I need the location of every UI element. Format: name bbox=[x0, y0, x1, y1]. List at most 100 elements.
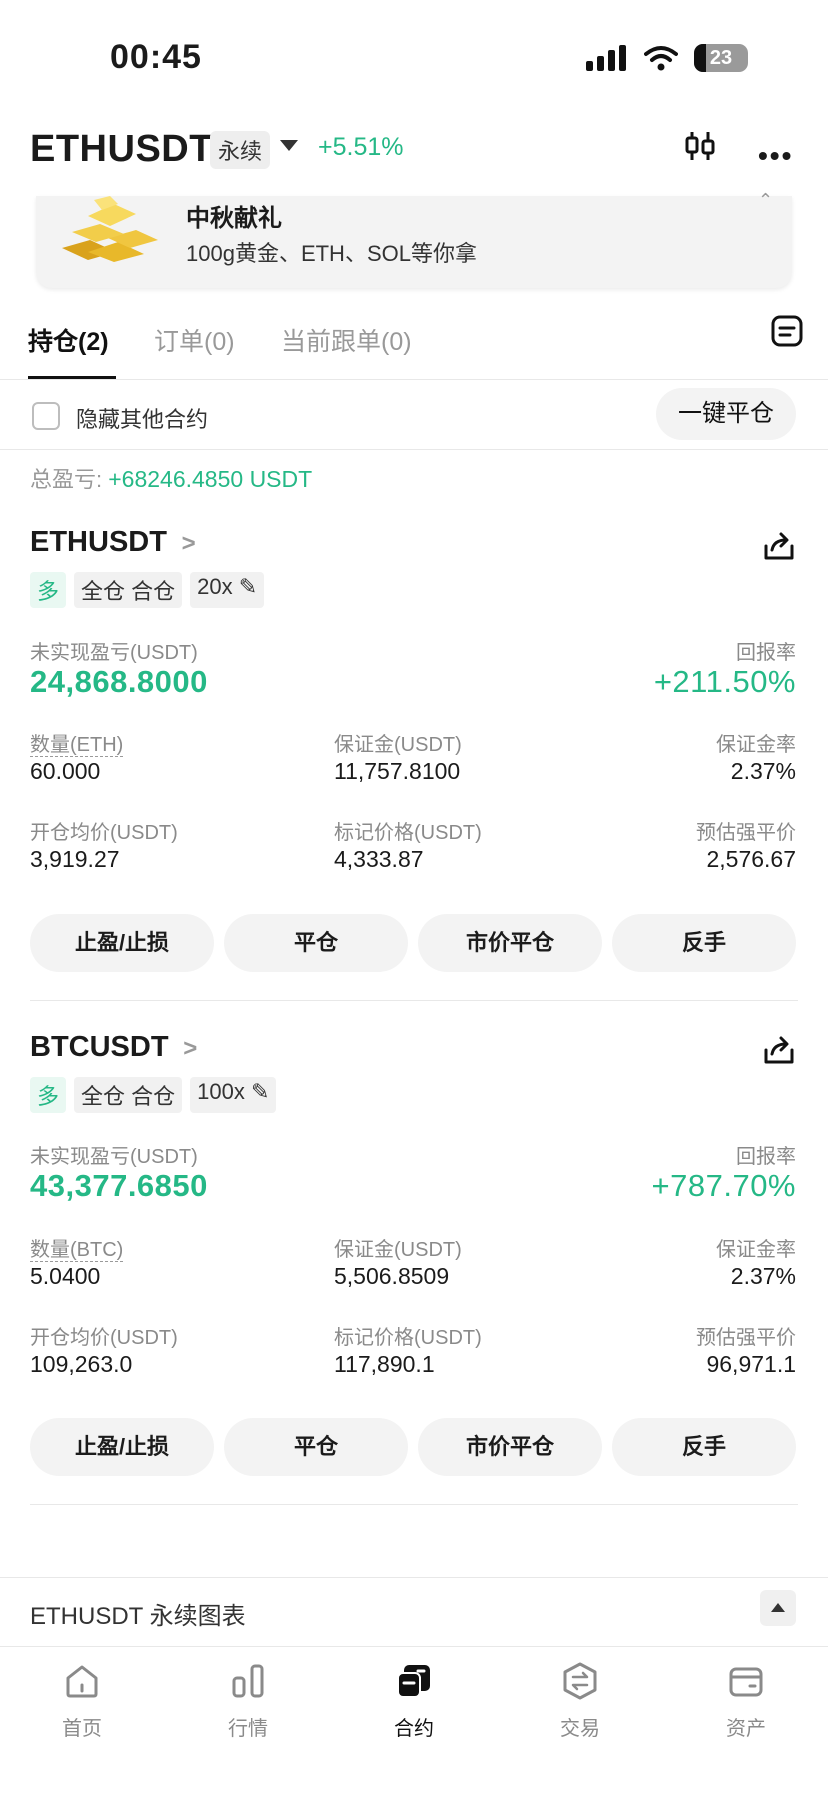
quantity-label: 数量(ETH) bbox=[30, 734, 124, 757]
roe-label: 回报率 bbox=[736, 1146, 796, 1168]
leverage-value: 100x bbox=[197, 1079, 245, 1104]
signal-icon bbox=[586, 45, 626, 71]
roe-value: +211.50% bbox=[653, 664, 796, 699]
edit-icon: ✎ bbox=[238, 574, 258, 599]
nav-trade[interactable]: 交易 bbox=[520, 1661, 640, 1741]
perpetual-tag: 永续 bbox=[210, 131, 271, 169]
chart-expand-icon[interactable] bbox=[760, 1590, 796, 1626]
roe-value: +787.70% bbox=[651, 1168, 796, 1203]
unrealized-pnl-label: 未实现盈亏(USDT) bbox=[30, 642, 198, 664]
unrealized-pnl-label: 未实现盈亏(USDT) bbox=[30, 1146, 198, 1168]
nav-market[interactable]: 行情 bbox=[188, 1661, 308, 1741]
leverage-value: 20x bbox=[197, 574, 233, 599]
margin-value: 11,757.8100 bbox=[334, 758, 461, 784]
position-tags: 多 全仓 合仓 100x ✎ bbox=[30, 1077, 277, 1113]
tab-copy-trading[interactable]: 当前跟单(0) bbox=[281, 322, 412, 358]
liquidation-price-label: 预估强平价 bbox=[696, 822, 796, 844]
entry-price-label: 开仓均价(USDT) bbox=[30, 1327, 178, 1349]
market-close-button[interactable]: 市价平仓 bbox=[418, 1418, 602, 1476]
nav-assets-label: 资产 bbox=[726, 1718, 766, 1740]
side-badge: 多 bbox=[30, 1077, 67, 1113]
share-icon[interactable] bbox=[762, 1034, 796, 1066]
hide-other-contracts-label[interactable]: 隐藏其他合约 bbox=[76, 402, 208, 434]
nav-market-label: 行情 bbox=[228, 1718, 268, 1740]
mark-price-value: 117,890.1 bbox=[334, 1351, 435, 1377]
leverage-badge[interactable]: 100x ✎ bbox=[190, 1077, 277, 1113]
tab-orders[interactable]: 订单(0) bbox=[154, 322, 235, 358]
bottom-nav: 首页 行情 合约 交易 资产 bbox=[0, 1646, 828, 1801]
mark-price-value: 4,333.87 bbox=[334, 846, 424, 872]
document-icon[interactable] bbox=[770, 314, 804, 348]
more-icon[interactable]: ••• bbox=[758, 140, 793, 172]
liquidation-price-label: 预估强平价 bbox=[696, 1327, 796, 1349]
divider bbox=[0, 1577, 828, 1578]
status-icons: 23 bbox=[586, 44, 748, 72]
nav-futures-label: 合约 bbox=[394, 1718, 434, 1740]
nav-home-label: 首页 bbox=[62, 1718, 102, 1740]
close-position-button[interactable]: 平仓 bbox=[224, 914, 408, 972]
mark-price-label: 标记价格(USDT) bbox=[334, 822, 482, 844]
entry-price-label: 开仓均价(USDT) bbox=[30, 822, 178, 844]
margin-label: 保证金(USDT) bbox=[334, 1239, 462, 1261]
status-time: 00:45 bbox=[110, 38, 202, 76]
total-pnl-label: 总盈亏: bbox=[30, 467, 109, 492]
chevron-right-icon: > bbox=[175, 530, 196, 557]
margin-ratio-value: 2.37% bbox=[730, 1263, 796, 1289]
mark-price-label: 标记价格(USDT) bbox=[334, 1327, 482, 1349]
reverse-button[interactable]: 反手 bbox=[612, 914, 796, 972]
entry-price-value: 3,919.27 bbox=[30, 846, 120, 872]
liquidation-price-value: 2,576.67 bbox=[706, 846, 796, 872]
price-change: +5.51% bbox=[318, 133, 404, 161]
position-symbol[interactable]: ETHUSDT > bbox=[30, 526, 196, 559]
chevron-right-icon: > bbox=[176, 1035, 198, 1062]
trade-icon bbox=[563, 1662, 597, 1700]
gold-bars-icon bbox=[62, 196, 158, 262]
market-icon bbox=[232, 1664, 264, 1698]
unrealized-pnl-value: 24,868.8000 bbox=[30, 664, 208, 699]
header-symbol[interactable]: ETHUSDT bbox=[30, 128, 213, 171]
edit-icon: ✎ bbox=[250, 1079, 270, 1104]
futures-icon bbox=[397, 1665, 430, 1698]
market-close-button[interactable]: 市价平仓 bbox=[418, 914, 602, 972]
close-all-button[interactable]: 一键平仓 bbox=[656, 388, 796, 440]
banner-collapse-icon[interactable]: ⌃ bbox=[758, 190, 773, 211]
position-symbol-label: ETHUSDT bbox=[30, 526, 167, 558]
nav-trade-label: 交易 bbox=[560, 1718, 600, 1740]
margin-ratio-value: 2.37% bbox=[730, 758, 796, 784]
wallet-icon bbox=[729, 1667, 763, 1697]
divider bbox=[0, 449, 828, 450]
margin-mode-badge: 全仓 合仓 bbox=[74, 572, 183, 608]
hide-other-contracts-checkbox[interactable] bbox=[32, 402, 60, 430]
quantity-value: 60.000 bbox=[30, 758, 101, 784]
liquidation-price-value: 96,971.1 bbox=[706, 1351, 796, 1377]
tp-sl-button[interactable]: 止盈/止损 bbox=[30, 914, 214, 972]
battery-indicator: 23 bbox=[694, 44, 748, 72]
close-position-button[interactable]: 平仓 bbox=[224, 1418, 408, 1476]
chart-panel-label[interactable]: ETHUSDT 永续图表 bbox=[30, 1596, 246, 1631]
side-badge: 多 bbox=[30, 572, 67, 608]
reverse-button[interactable]: 反手 bbox=[612, 1418, 796, 1476]
position-symbol[interactable]: BTCUSDT > bbox=[30, 1031, 197, 1064]
entry-price-value: 109,263.0 bbox=[30, 1351, 133, 1377]
unrealized-pnl-value: 43,377.6850 bbox=[30, 1168, 208, 1203]
margin-mode-badge: 全仓 合仓 bbox=[74, 1077, 183, 1113]
nav-assets[interactable]: 资产 bbox=[686, 1661, 806, 1741]
home-icon bbox=[66, 1665, 98, 1698]
quantity-value: 5.0400 bbox=[30, 1263, 101, 1289]
candlestick-chart-icon[interactable] bbox=[682, 128, 718, 164]
symbol-dropdown-icon[interactable] bbox=[280, 140, 298, 151]
margin-ratio-label: 保证金率 bbox=[716, 1239, 796, 1261]
banner-title: 中秋献礼 bbox=[186, 205, 282, 232]
divider bbox=[0, 379, 828, 380]
leverage-badge[interactable]: 20x ✎ bbox=[190, 572, 265, 608]
total-pnl-value: +68246.4850 USDT bbox=[108, 466, 313, 492]
nav-home[interactable]: 首页 bbox=[22, 1661, 142, 1741]
tab-positions[interactable]: 持仓(2) bbox=[28, 322, 109, 358]
nav-futures[interactable]: 合约 bbox=[354, 1661, 474, 1741]
tp-sl-button[interactable]: 止盈/止损 bbox=[30, 1418, 214, 1476]
quantity-label: 数量(BTC) bbox=[30, 1239, 124, 1262]
divider bbox=[30, 1000, 798, 1001]
wifi-icon bbox=[644, 46, 678, 71]
share-icon[interactable] bbox=[762, 530, 796, 562]
position-tags: 多 全仓 合仓 20x ✎ bbox=[30, 572, 265, 608]
